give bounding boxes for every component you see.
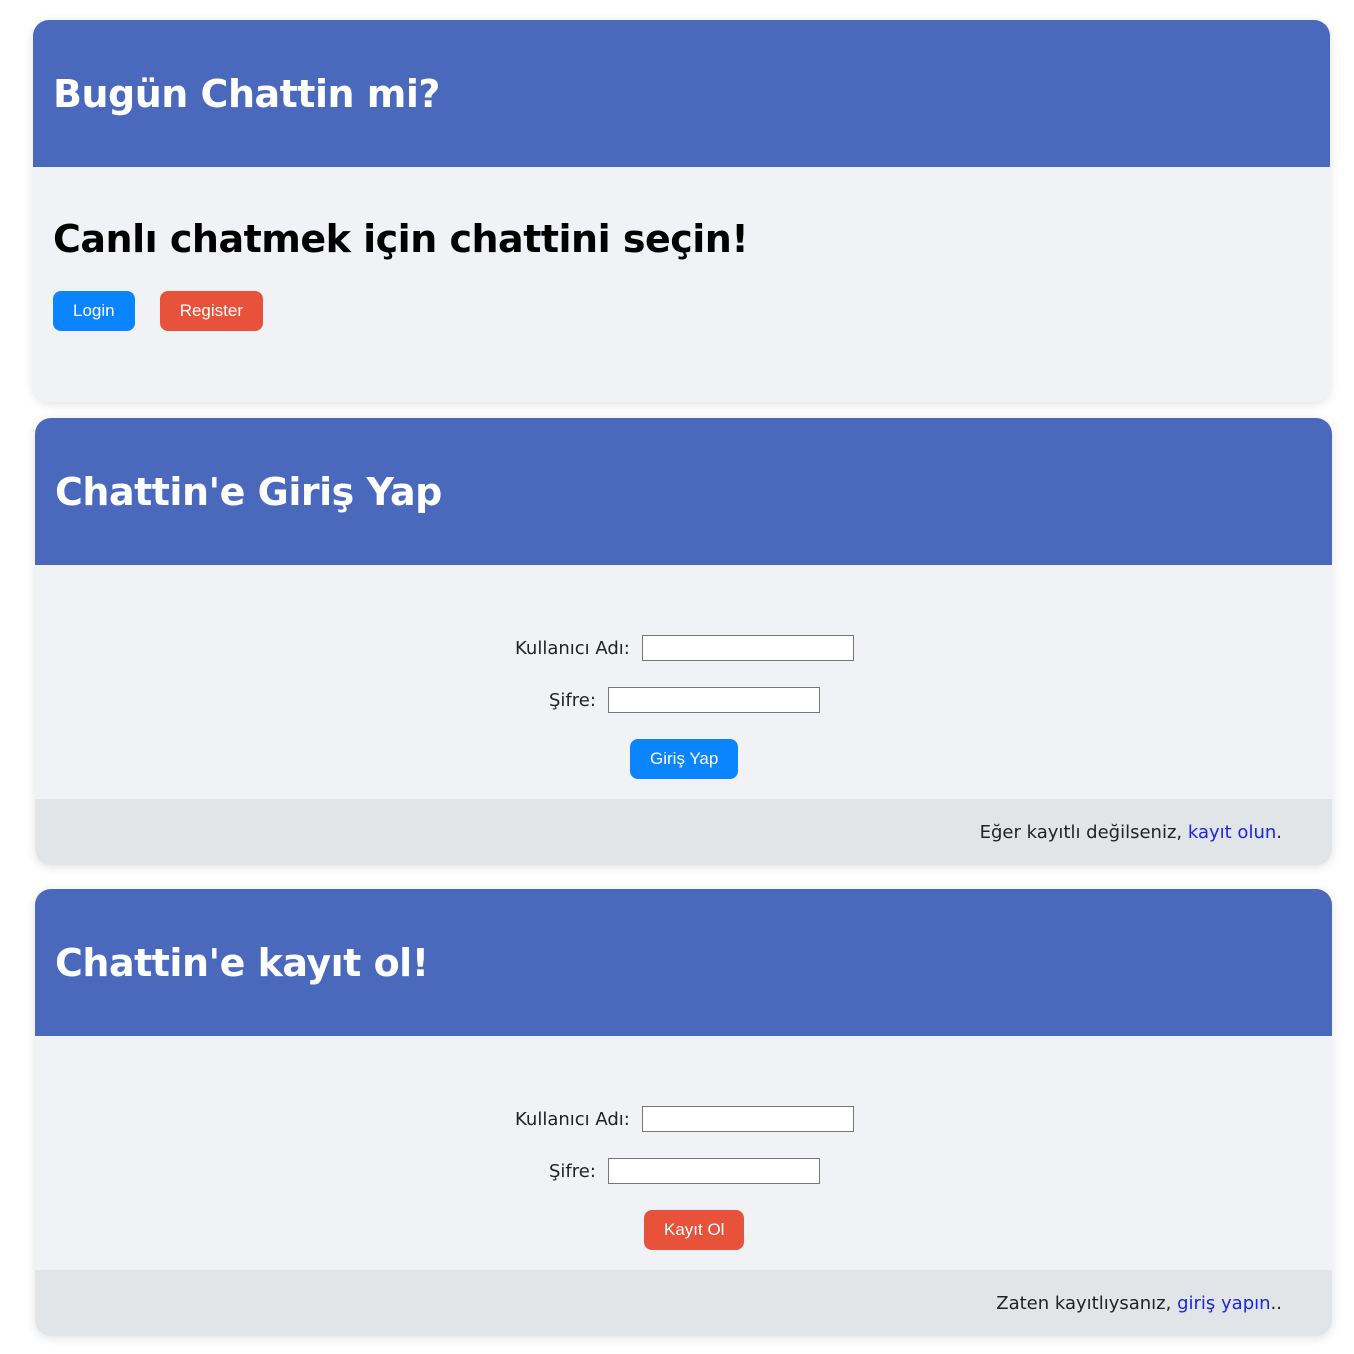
- login-form: Kullanıcı Adı: Şifre: Giriş Yap: [35, 565, 1332, 799]
- register-username-row: Kullanıcı Adı:: [515, 1106, 854, 1132]
- register-password-label: Şifre:: [549, 1160, 596, 1182]
- login-submit-button[interactable]: Giriş Yap: [630, 739, 739, 779]
- login-footer-suffix: .: [1276, 821, 1282, 843]
- hero-subtitle: Canlı chatmek için chattini seçin!: [53, 217, 749, 261]
- register-password-row: Şifre:: [549, 1158, 820, 1184]
- hero-title: Bugün Chattin mi?: [53, 71, 440, 116]
- register-username-input[interactable]: [641, 1106, 854, 1132]
- register-username-label: Kullanıcı Adı:: [515, 1108, 630, 1130]
- login-footer: Eğer kayıtlı değilseniz, kayıt olun.: [35, 799, 1332, 865]
- login-button[interactable]: Login: [53, 291, 135, 331]
- register-title: Chattin'e kayıt ol!: [55, 940, 429, 985]
- register-footer-text: Zaten kayıtlıysanız,: [996, 1292, 1172, 1314]
- register-header: Chattin'e kayıt ol!: [35, 889, 1332, 1036]
- register-password-input[interactable]: [607, 1158, 820, 1184]
- login-card: Chattin'e Giriş Yap Kullanıcı Adı: Şifre…: [35, 418, 1332, 865]
- hero-header: Bugün Chattin mi?: [33, 20, 1330, 167]
- login-title: Chattin'e Giriş Yap: [55, 469, 442, 514]
- register-link[interactable]: kayıt olun: [1188, 822, 1276, 843]
- hero-card: Bugün Chattin mi? Canlı chatmek için cha…: [33, 20, 1330, 402]
- login-password-input[interactable]: [607, 687, 820, 713]
- register-footer-suffix: ..: [1270, 1292, 1282, 1314]
- register-button[interactable]: Register: [159, 291, 264, 331]
- register-card: Chattin'e kayıt ol! Kullanıcı Adı: Şifre…: [35, 889, 1332, 1336]
- login-submit-row: Giriş Yap: [630, 739, 739, 779]
- login-footer-text: Eğer kayıtlı değilseniz,: [979, 821, 1183, 843]
- login-username-input[interactable]: [641, 635, 854, 661]
- register-submit-row: Kayıt Ol: [644, 1210, 745, 1250]
- login-username-label: Kullanıcı Adı:: [515, 637, 630, 659]
- register-form: Kullanıcı Adı: Şifre: Kayıt Ol: [35, 1036, 1332, 1270]
- register-footer: Zaten kayıtlıysanız, giriş yapın..: [35, 1270, 1332, 1336]
- register-submit-button[interactable]: Kayıt Ol: [644, 1210, 745, 1250]
- login-password-label: Şifre:: [549, 689, 596, 711]
- login-header: Chattin'e Giriş Yap: [35, 418, 1332, 565]
- hero-body: Canlı chatmek için chattini seçin! Login…: [33, 167, 1330, 331]
- hero-buttons: Login Register: [53, 291, 1310, 331]
- login-password-row: Şifre:: [549, 687, 820, 713]
- login-username-row: Kullanıcı Adı:: [515, 635, 854, 661]
- login-link[interactable]: giriş yapın: [1177, 1293, 1270, 1314]
